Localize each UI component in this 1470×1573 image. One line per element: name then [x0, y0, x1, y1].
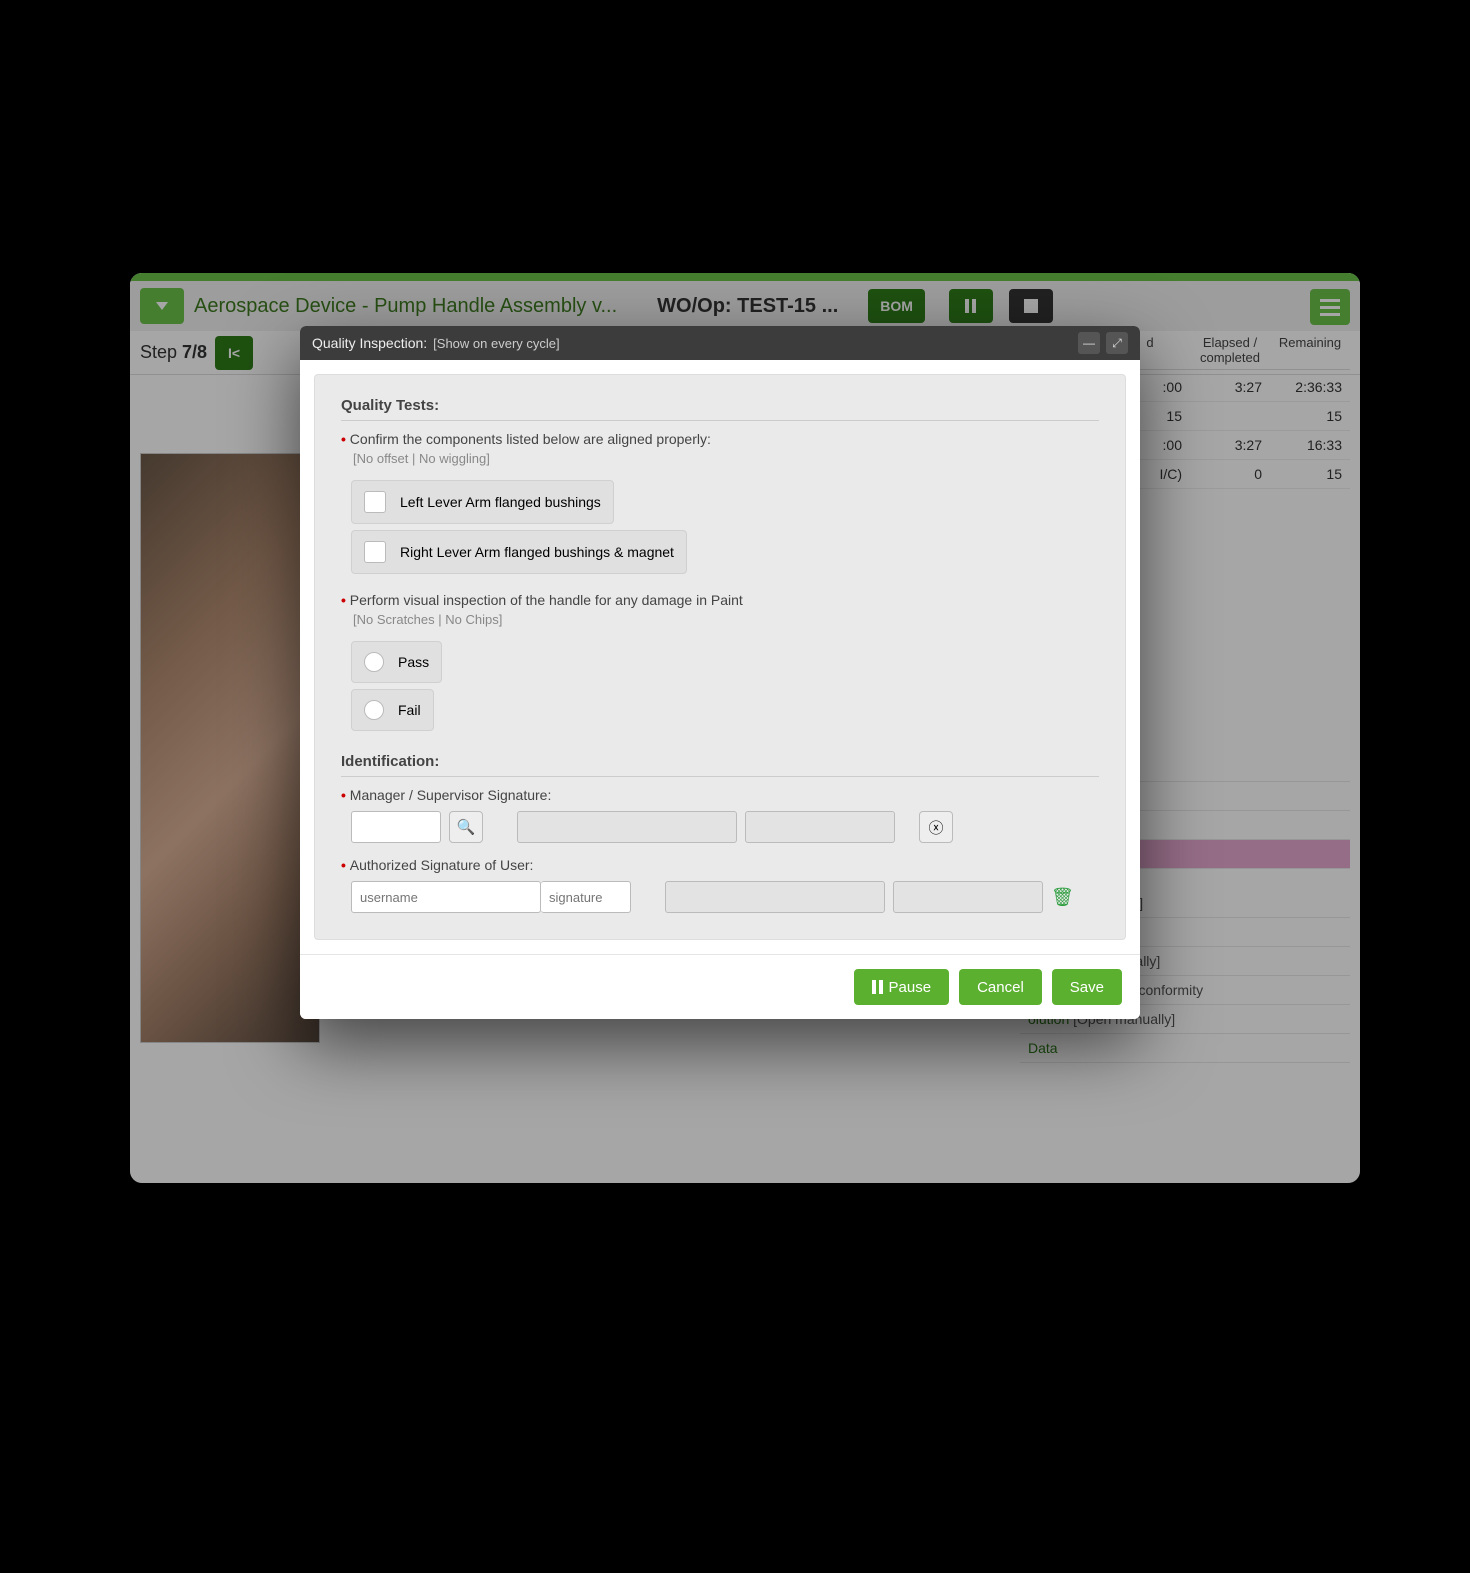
- modal-pause-button[interactable]: Pause: [854, 969, 950, 1005]
- top-accent-bar: [130, 273, 1360, 281]
- hamburger-icon: [1320, 299, 1340, 302]
- modal-title: Quality Inspection:: [312, 335, 427, 351]
- modal-save-button[interactable]: Save: [1052, 969, 1122, 1005]
- header-pause-button[interactable]: [949, 289, 993, 323]
- manager-lookup-button[interactable]: 🔍: [449, 811, 483, 843]
- work-order-label: WO/Op: TEST-15 ...: [657, 295, 838, 318]
- status-row: I/C) 0 15: [1110, 460, 1350, 489]
- user-signature-row: 🗑: [351, 881, 1099, 913]
- modal-subtitle: [Show on every cycle]: [433, 336, 559, 351]
- checkbox-icon: [364, 491, 386, 513]
- manager-sig-field: [745, 811, 895, 843]
- manager-signature-row: 🔍 ⓧ: [351, 811, 1099, 843]
- app-header: Aerospace Device - Pump Handle Assembly …: [130, 281, 1360, 331]
- status-row: :00 3:27 16:33: [1110, 431, 1350, 460]
- status-cell: 3:27: [1190, 373, 1270, 402]
- radio-pass[interactable]: Pass: [351, 641, 442, 683]
- quality-inspection-modal: Quality Inspection: [Show on every cycle…: [300, 326, 1140, 1019]
- header-stop-button[interactable]: [1009, 289, 1053, 323]
- status-col-remaining: Remaining: [1270, 331, 1350, 370]
- checkbox-icon: [364, 541, 386, 563]
- user-signature-label: Authorized Signature of User:: [341, 857, 1099, 873]
- radio-icon: [364, 700, 384, 720]
- user-name-field: [665, 881, 885, 913]
- modal-header-controls: — ⤢: [1078, 332, 1128, 354]
- process-title: Aerospace Device - Pump Handle Assembly …: [194, 295, 617, 318]
- radio-label: Fail: [398, 702, 421, 718]
- status-cell: 0: [1190, 460, 1270, 489]
- status-cell: 2:36:33: [1270, 373, 1350, 402]
- status-table: :00 3:27 2:36:33 15 15 :00 3:27 16:33 I/…: [1110, 373, 1350, 489]
- status-row: 15 15: [1110, 402, 1350, 431]
- quality-tests-heading: Quality Tests:: [341, 397, 1099, 421]
- question-2-label: Perform visual inspection of the handle …: [341, 592, 1099, 608]
- pause-icon: [965, 299, 976, 313]
- step-indicator: Step 7/8: [140, 342, 207, 363]
- button-label: Pause: [889, 979, 932, 996]
- user-username-input[interactable]: [351, 881, 541, 913]
- search-icon: 🔍: [457, 818, 476, 836]
- status-cell: 15: [1270, 402, 1350, 431]
- modal-header: Quality Inspection: [Show on every cycle…: [300, 326, 1140, 360]
- step-first-button[interactable]: I<: [215, 336, 253, 370]
- status-col-elapsed: Elapsed / completed: [1190, 331, 1270, 370]
- question-1-label: Confirm the components listed below are …: [341, 431, 1099, 447]
- step-image: [140, 453, 320, 1043]
- bom-button[interactable]: BOM: [868, 289, 925, 323]
- manager-signature-label: Manager / Supervisor Signature:: [341, 787, 1099, 803]
- modal-footer: Pause Cancel Save: [300, 954, 1140, 1019]
- modal-cancel-button[interactable]: Cancel: [959, 969, 1042, 1005]
- side-data-link[interactable]: Data: [1020, 1034, 1350, 1063]
- status-row: :00 3:27 2:36:33: [1110, 373, 1350, 402]
- stop-icon: [1024, 299, 1038, 313]
- button-label: Cancel: [977, 979, 1024, 996]
- button-label: Save: [1070, 979, 1104, 996]
- chevron-down-icon: [156, 302, 168, 310]
- user-sig-field: [893, 881, 1043, 913]
- step-prefix: Step: [140, 342, 182, 362]
- checkbox-label: Right Lever Arm flanged bushings & magne…: [400, 544, 674, 560]
- radio-icon: [364, 652, 384, 672]
- status-cell: 3:27: [1190, 431, 1270, 460]
- pause-icon: [872, 980, 883, 994]
- menu-button[interactable]: [1310, 289, 1350, 325]
- user-signature-input[interactable]: [541, 881, 631, 913]
- checkbox-label: Left Lever Arm flanged bushings: [400, 494, 601, 510]
- modal-body: Quality Tests: Confirm the components li…: [314, 374, 1126, 940]
- modal-expand-button[interactable]: ⤢: [1106, 332, 1128, 354]
- clear-icon: ⓧ: [928, 817, 943, 838]
- user-sig-delete-button[interactable]: 🗑: [1051, 887, 1074, 908]
- identification-heading: Identification:: [341, 753, 1099, 777]
- question-1-hint: [No offset | No wiggling]: [341, 447, 1099, 474]
- manager-id-input[interactable]: [351, 811, 441, 843]
- status-cell: 16:33: [1270, 431, 1350, 460]
- status-cell: [1190, 402, 1270, 431]
- manager-name-field: [517, 811, 737, 843]
- radio-fail[interactable]: Fail: [351, 689, 434, 731]
- checkbox-left-lever-arm[interactable]: Left Lever Arm flanged bushings: [351, 480, 614, 524]
- modal-minimize-button[interactable]: —: [1078, 332, 1100, 354]
- checkbox-right-lever-arm[interactable]: Right Lever Arm flanged bushings & magne…: [351, 530, 687, 574]
- side-link-text: Data: [1028, 1040, 1058, 1056]
- status-cell: 15: [1270, 460, 1350, 489]
- question-2-hint: [No Scratches | No Chips]: [341, 608, 1099, 635]
- radio-label: Pass: [398, 654, 429, 670]
- process-dropdown-button[interactable]: [140, 288, 184, 324]
- status-header-row: d Elapsed / completed Remaining: [1110, 331, 1350, 370]
- manager-clear-button[interactable]: ⓧ: [919, 811, 953, 843]
- step-number: 7/8: [182, 342, 207, 362]
- trash-icon: 🗑: [1051, 887, 1074, 907]
